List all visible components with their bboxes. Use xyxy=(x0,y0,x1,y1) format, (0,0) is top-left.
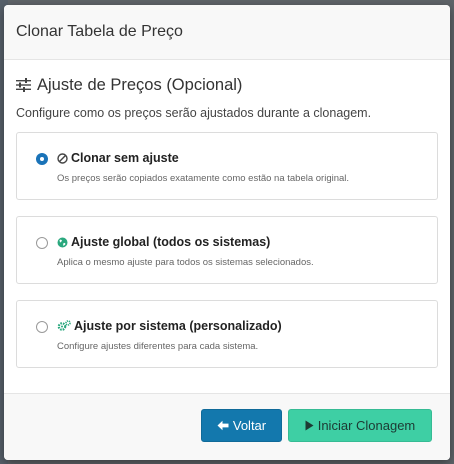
modal-body: Ajuste de Preços (Opcional) Configure co… xyxy=(4,60,450,368)
option-title: Clonar sem ajuste xyxy=(57,151,179,165)
arrow-left-icon xyxy=(217,420,229,431)
modal-footer: Voltar Iniciar Clonagem xyxy=(4,393,450,460)
option-clone-without-adjustment[interactable]: Clonar sem ajuste Os preços serão copiad… xyxy=(16,132,438,200)
option-title-text: Ajuste global (todos os sistemas) xyxy=(71,235,271,249)
start-cloning-button-label: Iniciar Clonagem xyxy=(317,418,416,433)
option-title-text: Clonar sem ajuste xyxy=(71,151,179,165)
ban-icon xyxy=(57,152,68,164)
radio-per-system-adjustment[interactable] xyxy=(36,321,48,333)
section-description: Configure como os preços serão ajustados… xyxy=(16,106,372,120)
sliders-icon xyxy=(16,78,31,92)
start-cloning-button[interactable]: Iniciar Clonagem xyxy=(288,409,432,442)
radio-clone-without-adjustment[interactable] xyxy=(36,153,48,165)
option-global-adjustment[interactable]: Ajuste global (todos os sistemas) Aplica… xyxy=(16,216,438,284)
option-subtitle: Aplica o mesmo ajuste para todos os sist… xyxy=(57,257,314,268)
clone-price-table-modal: Clonar Tabela de Preço Ajuste de Preços … xyxy=(4,5,450,460)
play-icon xyxy=(305,420,314,431)
option-title-text: Ajuste por sistema (personalizado) xyxy=(74,319,282,333)
modal-title: Clonar Tabela de Preço xyxy=(16,23,183,40)
section-title-text: Ajuste de Preços (Opcional) xyxy=(37,75,243,94)
option-title: Ajuste global (todos os sistemas) xyxy=(57,235,270,249)
option-subtitle: Configure ajustes diferentes para cada s… xyxy=(57,341,259,352)
option-title: Ajuste por sistema (personalizado) xyxy=(57,319,282,333)
radio-global-adjustment[interactable] xyxy=(36,237,48,249)
globe-icon xyxy=(57,237,68,248)
back-button-label: Voltar xyxy=(232,418,267,433)
back-button[interactable]: Voltar xyxy=(201,409,282,442)
option-subtitle: Os preços serão copiados exatamente como… xyxy=(57,173,350,184)
option-per-system-adjustment[interactable]: Ajuste por sistema (personalizado) Confi… xyxy=(16,300,438,368)
modal-header: Clonar Tabela de Preço xyxy=(4,5,450,60)
cogs-icon xyxy=(57,320,71,332)
section-title: Ajuste de Preços (Opcional) xyxy=(16,74,438,96)
